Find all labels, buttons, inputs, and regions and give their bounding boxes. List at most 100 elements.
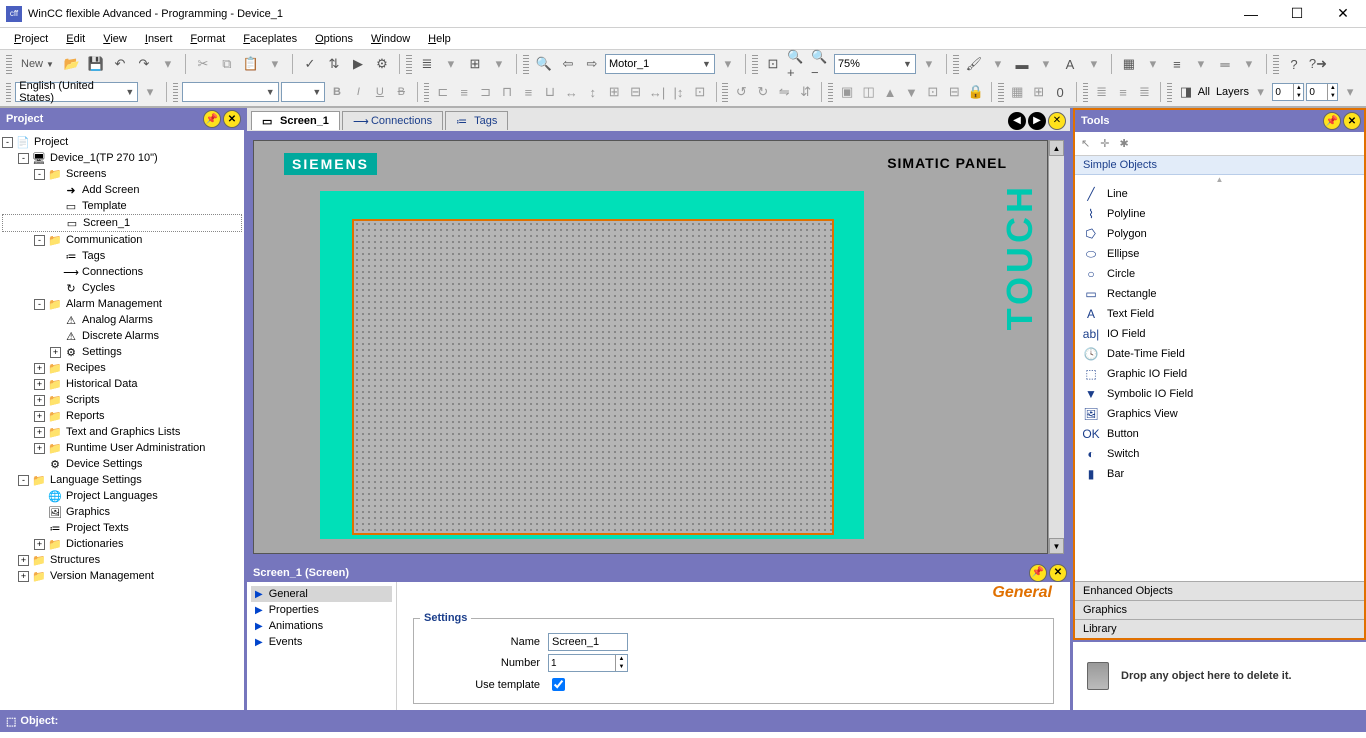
expand-icon[interactable]: - [34, 299, 45, 310]
transfer-button[interactable]: ⇅ [323, 53, 345, 75]
forward-button[interactable]: ▲ [880, 81, 899, 103]
center-v-button[interactable]: ⊟ [626, 81, 645, 103]
wrench-icon[interactable]: ✱ [1119, 137, 1128, 150]
tree-item[interactable]: -📁Language Settings [2, 472, 242, 488]
underline-button[interactable]: U [370, 81, 389, 103]
tree-item[interactable]: +📁Historical Data [2, 376, 242, 392]
prop-nav-general[interactable]: ▶General [251, 586, 392, 602]
rotate-right-button[interactable]: ↻ [753, 81, 772, 103]
layers-drop-icon[interactable]: ▾ [1251, 81, 1270, 103]
text-align-l-button[interactable]: ≣ [1092, 81, 1111, 103]
vertical-scrollbar[interactable]: ▲ ▼ [1048, 140, 1064, 554]
font-color-button[interactable]: A [1059, 53, 1081, 75]
nav-drop-icon[interactable]: ▾ [717, 53, 739, 75]
cut-button[interactable]: ✂ [192, 53, 214, 75]
find-button[interactable]: 🔍 [533, 53, 555, 75]
tree-item[interactable]: 🖼Graphics [2, 504, 242, 520]
expand-icon[interactable]: - [34, 235, 45, 246]
tool-graphic-io-field[interactable]: ⬚Graphic IO Field [1075, 364, 1364, 384]
fill-drop-icon[interactable]: ▾ [987, 53, 1009, 75]
menu-faceplates[interactable]: Faceplates [235, 31, 305, 47]
close-panel-button[interactable]: ✕ [223, 110, 241, 128]
prop-nav-properties[interactable]: ▶Properties [251, 602, 392, 618]
tree-item[interactable]: ⚠Discrete Alarms [2, 328, 242, 344]
expand-icon[interactable]: + [50, 347, 61, 358]
tree-item[interactable]: +⚙Settings [2, 344, 242, 360]
line-color-drop-icon[interactable]: ▾ [1035, 53, 1057, 75]
expand-icon[interactable]: + [34, 379, 45, 390]
expand-icon[interactable]: + [34, 539, 45, 550]
find-prev-button[interactable]: ⇦ [557, 53, 579, 75]
new-dropdown[interactable]: New ▼ [16, 53, 59, 75]
prop-nav-animations[interactable]: ▶Animations [251, 618, 392, 634]
lock-button[interactable]: 🔒 [966, 81, 985, 103]
accordion-enhanced-objects[interactable]: Enhanced Objects [1075, 581, 1364, 600]
tree-item[interactable]: 🌐Project Languages [2, 488, 242, 504]
text-align-r-button[interactable]: ≣ [1135, 81, 1154, 103]
strike-button[interactable]: B [392, 81, 411, 103]
distribute-drop-icon[interactable]: ▾ [488, 53, 510, 75]
tree-item[interactable]: -📄Project [2, 134, 242, 150]
close-panel-button[interactable]: ✕ [1343, 112, 1361, 130]
tree-item[interactable]: +📁Recipes [2, 360, 242, 376]
tree-item[interactable]: -📁Alarm Management [2, 296, 242, 312]
tree-item[interactable]: -📁Screens [2, 166, 242, 182]
tool-date-time-field[interactable]: 🕓Date-Time Field [1075, 344, 1364, 364]
style-button[interactable]: ═ [1214, 53, 1236, 75]
menu-project[interactable]: Project [6, 31, 56, 47]
expand-icon[interactable]: - [18, 475, 29, 486]
save-button[interactable]: 💾 [85, 53, 107, 75]
undo-arrow-icon[interactable]: ▾ [157, 53, 179, 75]
check-button[interactable]: ✓ [299, 53, 321, 75]
menu-window[interactable]: Window [363, 31, 418, 47]
maximize-button[interactable]: ☐ [1274, 0, 1320, 28]
undo-button[interactable]: ↶ [109, 53, 131, 75]
font-combo[interactable]: ▼ [182, 82, 279, 102]
align-middle-button[interactable]: ≡ [519, 81, 538, 103]
help-button[interactable]: ? [1283, 53, 1305, 75]
run-button[interactable]: ▶ [347, 53, 369, 75]
zoom-in-button[interactable]: 🔍+ [786, 53, 808, 75]
align-top-button[interactable]: ⊓ [497, 81, 516, 103]
tree-item[interactable]: +📁Runtime User Administration [2, 440, 242, 456]
tree-item[interactable]: ≔Project Texts [2, 520, 242, 536]
tree-item[interactable]: +📁Text and Graphics Lists [2, 424, 242, 440]
pattern-drop-icon[interactable]: ▾ [1142, 53, 1164, 75]
style-drop-icon[interactable]: ▾ [1238, 53, 1260, 75]
redo-button[interactable]: ↷ [133, 53, 155, 75]
menu-insert[interactable]: Insert [137, 31, 181, 47]
tool-button[interactable]: OKButton [1075, 424, 1364, 444]
tab-close-button[interactable]: ✕ [1048, 112, 1066, 130]
zoom-fit-button[interactable]: ⊡ [762, 53, 784, 75]
tree-item[interactable]: +📁Version Management [2, 568, 242, 584]
tree-item[interactable]: ▭Screen_1 [2, 214, 242, 232]
tool-line[interactable]: ╱Line [1075, 184, 1364, 204]
pin-button[interactable]: 📌 [203, 110, 221, 128]
weight-button[interactable]: ≡ [1166, 53, 1188, 75]
config-button[interactable]: ⚙ [371, 53, 393, 75]
tree-item[interactable]: +📁Dictionaries [2, 536, 242, 552]
menu-options[interactable]: Options [307, 31, 361, 47]
y-spin[interactable]: ▲▼ [1306, 83, 1338, 101]
tree-item[interactable]: +📁Reports [2, 408, 242, 424]
tool-rectangle[interactable]: ▭Rectangle [1075, 284, 1364, 304]
tab-connections[interactable]: ⟶Connections [342, 111, 443, 130]
open-button[interactable]: 📂 [61, 53, 83, 75]
tab-screen_1[interactable]: ▭Screen_1 [251, 111, 340, 130]
weight-drop-icon[interactable]: ▾ [1190, 53, 1212, 75]
tree-item[interactable]: ➜Add Screen [2, 182, 242, 198]
tree-item[interactable]: ↻Cycles [2, 280, 242, 296]
tool-io-field[interactable]: ab|IO Field [1075, 324, 1364, 344]
zoom-drop-icon[interactable]: ▾ [918, 53, 940, 75]
menu-help[interactable]: Help [420, 31, 459, 47]
tab-next-button[interactable]: ▶ [1028, 112, 1046, 130]
expand-icon[interactable]: + [34, 363, 45, 374]
fill-button[interactable]: 🖌 [963, 53, 985, 75]
close-panel-button[interactable]: ✕ [1049, 564, 1067, 582]
tree-item[interactable]: ⟶Connections [2, 264, 242, 280]
same-width-button[interactable]: ↔| [647, 81, 666, 103]
paste-drop-icon[interactable]: ▾ [264, 53, 286, 75]
zoom-combo[interactable]: 75%▼ [834, 54, 916, 74]
expand-icon[interactable]: + [34, 411, 45, 422]
rotate-left-button[interactable]: ↺ [732, 81, 751, 103]
